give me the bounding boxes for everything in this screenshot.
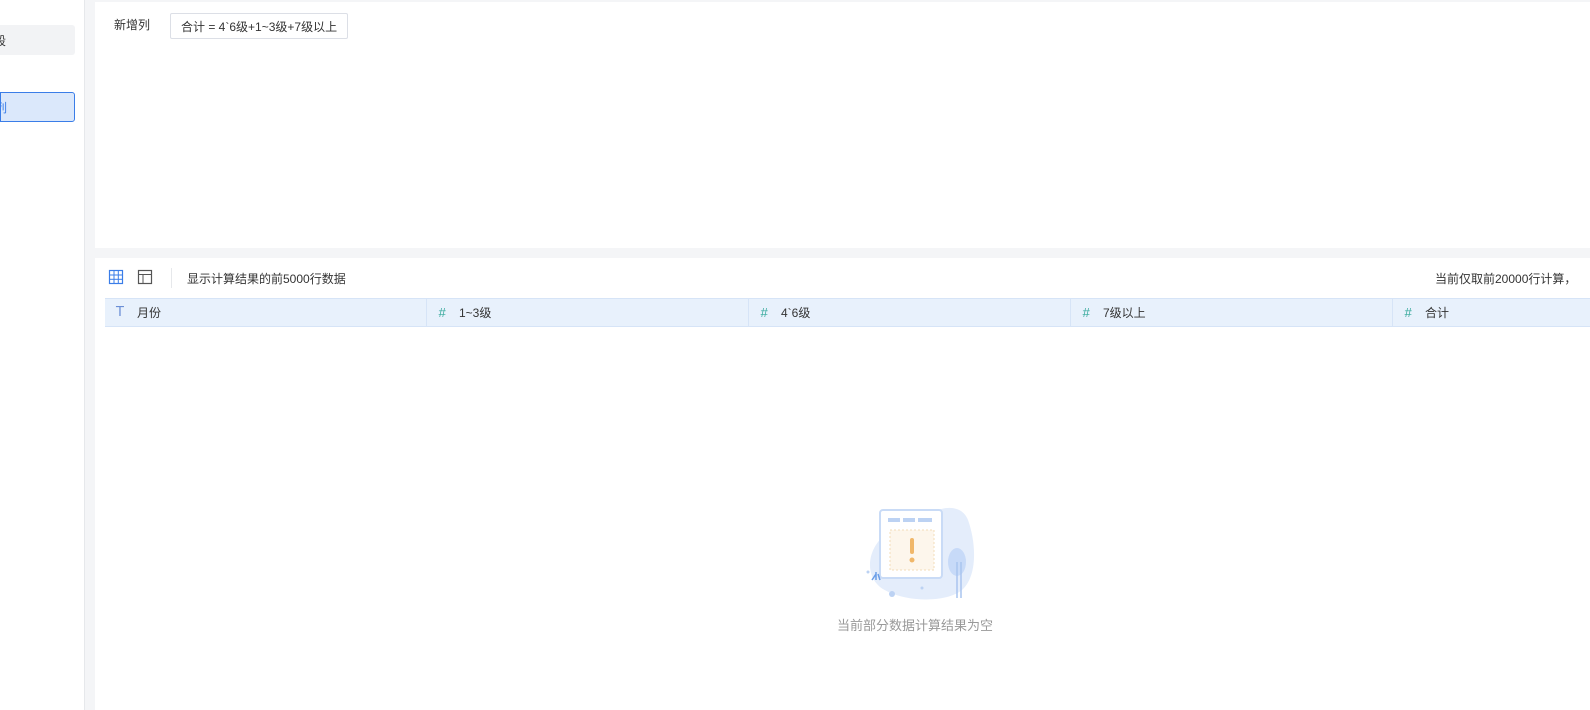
column-header-label: 7级以上 [1103, 306, 1146, 320]
formula-chip[interactable]: 合计 = 4`6级+1~3级+7级以上 [170, 13, 349, 39]
column-header-label: 4`6级 [781, 306, 811, 320]
preview-panel: 显示计算结果的前5000行数据 当前仅取前20000行计算， T 月份 # 1~… [95, 258, 1590, 710]
text-type-icon: T [116, 305, 124, 320]
number-type-icon: # [1404, 305, 1412, 320]
column-header-label: 合计 [1425, 306, 1450, 320]
sidebar-item-new-column[interactable]: 列 [0, 92, 75, 122]
column-header-label: 1~3级 [459, 306, 492, 320]
preview-info-text: 显示计算结果的前5000行数据 [187, 272, 346, 286]
number-type-icon: # [438, 305, 446, 320]
column-header-label: 月份 [137, 306, 162, 320]
sidebar-item-label: 段 [0, 33, 7, 48]
number-type-icon: # [1082, 305, 1090, 320]
empty-illustration-icon [866, 507, 975, 600]
column-header-month[interactable]: T 月份 [105, 299, 427, 326]
new-column-label: 新增列 [114, 18, 151, 32]
row-limit-notice: 当前仅取前20000行计算， [1435, 272, 1577, 286]
number-type-icon: # [760, 305, 768, 320]
toolbar-divider [171, 268, 172, 288]
sidebar-item-segment[interactable]: 段 [0, 25, 75, 55]
column-header-level-1-3[interactable]: # 1~3级 [427, 299, 749, 326]
column-header-total[interactable]: # 合计 [1393, 299, 1590, 326]
table-grid-icon[interactable] [108, 269, 124, 285]
preview-toolbar: 显示计算结果的前5000行数据 当前仅取前20000行计算， [95, 258, 1590, 298]
column-header-level-7-plus[interactable]: # 7级以上 [1071, 299, 1393, 326]
config-panel: 新增列 合计 = 4`6级+1~3级+7级以上 [95, 2, 1590, 248]
empty-state: 当前部分数据计算结果为空 [805, 502, 1025, 642]
sidebar: 段 列 [0, 0, 85, 710]
column-header-level-4-6[interactable]: # 4`6级 [749, 299, 1071, 326]
empty-state-message: 当前部分数据计算结果为空 [836, 618, 993, 633]
sidebar-item-label: 列 [1, 99, 7, 116]
table-header: T 月份 # 1~3级 # 4`6级 # 7级以上 # 合计 [105, 298, 1590, 327]
layout-icon[interactable] [137, 269, 153, 285]
